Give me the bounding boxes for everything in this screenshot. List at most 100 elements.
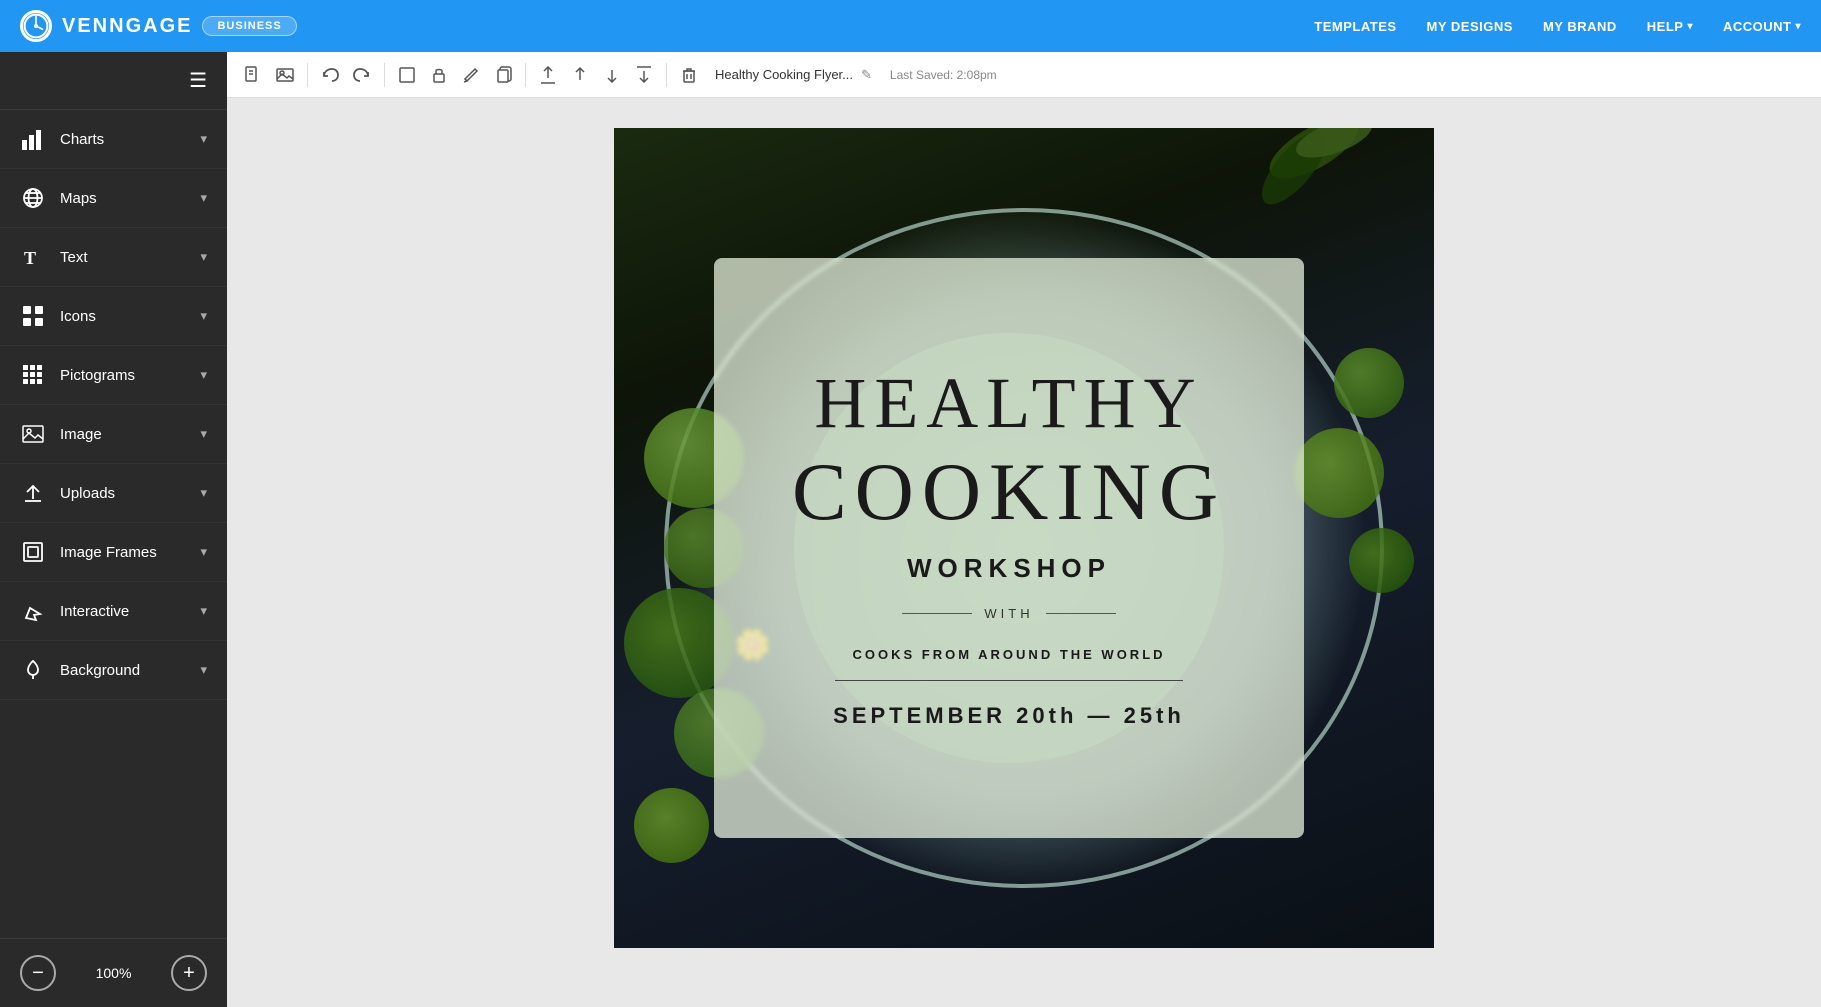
pictograms-icon <box>20 364 46 386</box>
toolbar-title-area: Healthy Cooking Flyer... ✎ Last Saved: 2… <box>715 67 997 83</box>
title-healthy: HEALTHY <box>814 367 1203 439</box>
zoom-in-button[interactable]: + <box>171 955 207 991</box>
main-area: ☰ Charts ▾ <box>0 52 1821 1007</box>
nav-my-brand[interactable]: MY BRAND <box>1543 19 1617 34</box>
toolbar-bring-to-front-btn[interactable] <box>534 61 562 89</box>
svg-text:T: T <box>24 248 36 268</box>
help-dropdown-arrow: ▾ <box>1687 21 1693 32</box>
sidebar-footer: − 100% + <box>0 938 227 1007</box>
logo-text: VENNGAGE <box>62 15 192 38</box>
toolbar-copy-btn[interactable] <box>489 61 517 89</box>
design-canvas: 🌼 HEALTHY COOKING WORKSHOP <box>614 128 1434 948</box>
divider-bar-right <box>1046 613 1116 614</box>
logo-icon <box>20 10 52 42</box>
upload-icon <box>20 482 46 504</box>
nav-help[interactable]: HELP ▾ <box>1647 19 1693 34</box>
image-arrow: ▾ <box>200 426 207 442</box>
chart-icon <box>20 128 46 150</box>
pictograms-label: Pictograms <box>60 367 200 384</box>
sidebar-item-background[interactable]: Background ▾ <box>0 641 227 700</box>
overlay-card: HEALTHY COOKING WORKSHOP WITH COOKS FROM… <box>714 258 1304 838</box>
veg-6 <box>1334 348 1404 418</box>
title-cooking: COOKING <box>792 451 1226 533</box>
sidebar-item-charts[interactable]: Charts ▾ <box>0 110 227 169</box>
interactive-icon <box>20 600 46 622</box>
date-text: SEPTEMBER 20th — 25th <box>833 703 1185 729</box>
date-underline-top <box>835 680 1182 681</box>
logo-area: VENNGAGE BUSINESS <box>20 10 297 42</box>
canvas-container[interactable]: 🌼 HEALTHY COOKING WORKSHOP <box>227 98 1821 1007</box>
veg-7 <box>1294 428 1384 518</box>
maps-arrow: ▾ <box>200 190 207 206</box>
toolbar-save-status: Last Saved: 2:08pm <box>890 68 997 82</box>
toolbar-redo-btn[interactable] <box>348 61 376 89</box>
uploads-arrow: ▾ <box>200 485 207 501</box>
sidebar-item-interactive[interactable]: Interactive ▾ <box>0 582 227 641</box>
sidebar-item-maps[interactable]: Maps ▾ <box>0 169 227 228</box>
toolbar: Healthy Cooking Flyer... ✎ Last Saved: 2… <box>227 52 1821 98</box>
nav-my-designs[interactable]: MY DESIGNS <box>1427 19 1513 34</box>
toolbar-title-edit-icon[interactable]: ✎ <box>861 67 872 83</box>
globe-icon <box>20 187 46 209</box>
zoom-level-display: 100% <box>96 965 132 981</box>
toolbar-send-backward-btn[interactable] <box>598 61 626 89</box>
divider-bar-left <box>902 613 972 614</box>
image-label: Image <box>60 426 200 443</box>
sidebar-item-image[interactable]: Image ▾ <box>0 405 227 464</box>
uploads-label: Uploads <box>60 485 200 502</box>
nav-templates[interactable]: TEMPLATES <box>1314 19 1396 34</box>
sidebar-item-text[interactable]: T Text ▾ <box>0 228 227 287</box>
text-label: Text <box>60 249 200 266</box>
interactive-label: Interactive <box>60 603 200 620</box>
icons-arrow: ▾ <box>200 308 207 324</box>
sidebar-item-icons[interactable]: Icons ▾ <box>0 287 227 346</box>
with-text: WITH <box>984 606 1033 621</box>
toolbar-image-btn[interactable] <box>271 61 299 89</box>
sidebar-header: ☰ <box>0 52 227 110</box>
image-icon <box>20 423 46 445</box>
text-arrow: ▾ <box>200 249 207 265</box>
top-navigation: VENNGAGE BUSINESS TEMPLATES MY DESIGNS M… <box>0 0 1821 52</box>
nav-links: TEMPLATES MY DESIGNS MY BRAND HELP ▾ ACC… <box>1314 19 1801 34</box>
sidebar-item-uploads[interactable]: Uploads ▾ <box>0 464 227 523</box>
toolbar-page-btn[interactable] <box>239 61 267 89</box>
sidebar-item-pictograms[interactable]: Pictograms ▾ <box>0 346 227 405</box>
sidebar-item-image-frames[interactable]: Image Frames ▾ <box>0 523 227 582</box>
image-frames-label: Image Frames <box>60 544 200 561</box>
business-badge: BUSINESS <box>202 16 296 36</box>
hamburger-icon[interactable]: ☰ <box>189 68 207 93</box>
veg-8 <box>1349 528 1414 593</box>
charts-label: Charts <box>60 131 200 148</box>
image-frames-icon <box>20 541 46 563</box>
sidebar: ☰ Charts ▾ <box>0 52 227 1007</box>
background-icon <box>20 659 46 681</box>
title-workshop: WORKSHOP <box>907 553 1111 584</box>
charts-arrow: ▾ <box>200 131 207 147</box>
background-arrow: ▾ <box>200 662 207 678</box>
nav-account[interactable]: ACCOUNT ▾ <box>1723 19 1801 34</box>
zoom-out-button[interactable]: − <box>20 955 56 991</box>
divider-with-text: WITH <box>792 606 1226 621</box>
leaves-top <box>1224 128 1374 238</box>
right-panel: Healthy Cooking Flyer... ✎ Last Saved: 2… <box>227 52 1821 1007</box>
icons-label: Icons <box>60 308 200 325</box>
toolbar-divider-2 <box>384 63 385 87</box>
toolbar-delete-btn[interactable] <box>675 61 703 89</box>
veg-5 <box>634 788 709 863</box>
pictograms-arrow: ▾ <box>200 367 207 383</box>
toolbar-bring-forward-btn[interactable] <box>566 61 594 89</box>
toolbar-frame-btn[interactable] <box>393 61 421 89</box>
image-frames-arrow: ▾ <box>200 544 207 560</box>
subtitle-cooks: COOKS FROM AROUND THE WORLD <box>852 647 1165 662</box>
maps-label: Maps <box>60 190 200 207</box>
toolbar-divider-3 <box>525 63 526 87</box>
interactive-arrow: ▾ <box>200 603 207 619</box>
toolbar-lock-btn[interactable] <box>425 61 453 89</box>
background-label: Background <box>60 662 200 679</box>
card-content: HEALTHY COOKING WORKSHOP WITH COOKS FROM… <box>792 367 1226 729</box>
toolbar-divider-4 <box>666 63 667 87</box>
icons-icon <box>20 305 46 327</box>
toolbar-send-to-back-btn[interactable] <box>630 61 658 89</box>
toolbar-undo-btn[interactable] <box>316 61 344 89</box>
toolbar-edit-btn[interactable] <box>457 61 485 89</box>
